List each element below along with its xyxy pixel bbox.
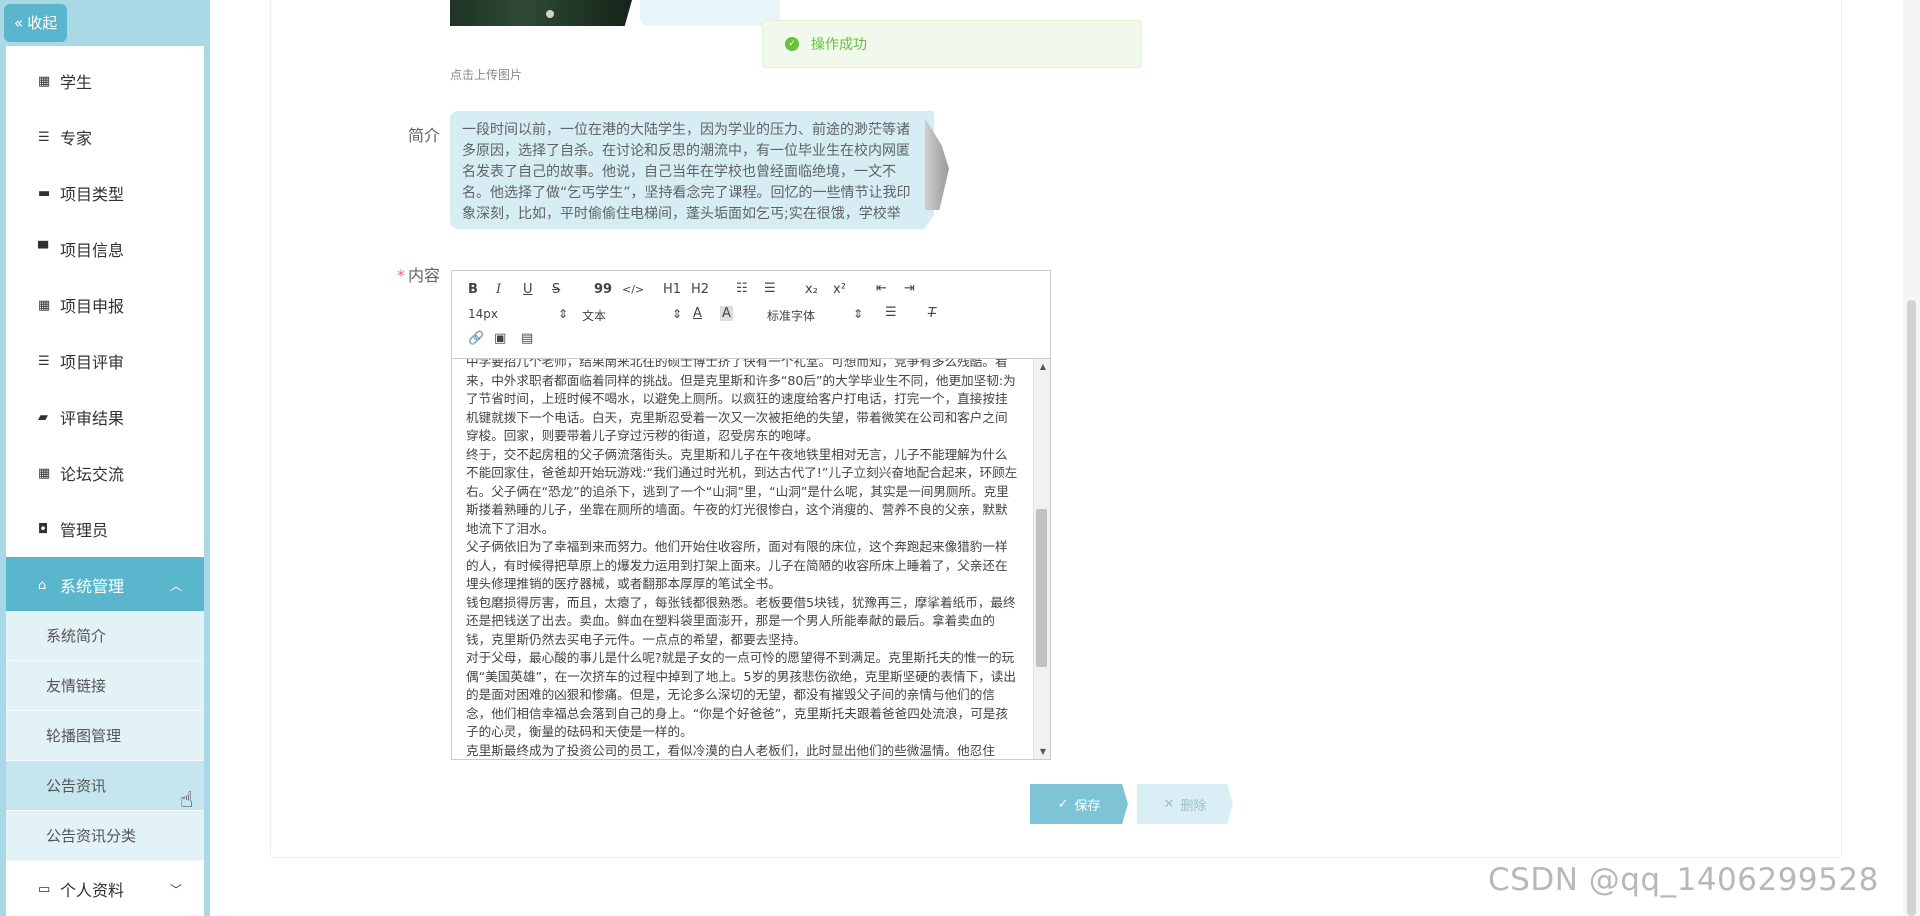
heading1-button[interactable]: H1 <box>663 282 681 297</box>
select-arrows-icon: ⇕ <box>671 307 682 321</box>
grid-icon: ▦ <box>38 73 51 89</box>
collapse-label: 收起 <box>27 14 58 32</box>
intro-label: 简介 <box>408 126 441 145</box>
bullet-list-icon[interactable]: ☰ <box>764 281 776 296</box>
editor-paragraph: 中学要招几个老师，结果南来北往的硕士博士挤了快有一个礼堂。可想而知，竞争有多么残… <box>466 359 1016 443</box>
home-icon: ⌂ <box>38 577 47 593</box>
grid-icon: ▦ <box>38 465 51 481</box>
clipboard-icon: ◘ <box>38 521 49 537</box>
sidebar-item-project-type[interactable]: ▬ 项目类型 <box>6 165 204 221</box>
editor-scrollbar[interactable]: ▲ ▼ <box>1033 359 1050 759</box>
bold-button[interactable]: B <box>468 282 478 297</box>
select-arrows-icon: ⇕ <box>557 307 568 321</box>
sidebar-item-project-review[interactable]: ☰ 项目评审 <box>6 333 204 389</box>
font-size-select[interactable]: 14px ⇕ <box>468 307 568 321</box>
italic-button[interactable]: I <box>496 282 501 297</box>
indent-icon[interactable]: ⇥ <box>904 281 915 296</box>
sidebar-subitem-system-intro[interactable]: 系统简介 <box>6 611 204 661</box>
success-toast: ✓ 操作成功 <box>762 20 1142 68</box>
header-select[interactable]: 文本 ⇕ <box>582 307 682 324</box>
sidebar-item-system[interactable]: ⌂ 系统管理 ︿ <box>6 557 204 613</box>
close-icon: ✕ <box>1163 796 1175 812</box>
editor-paragraph: 克里斯最终成为了投资公司的员工，看似冷漠的白人老板们，此时显出他们的些微温情。他… <box>466 742 995 758</box>
editor-paragraph: 终于，交不起房租的父子俩流落街头。克里斯和儿子在午夜地铁里相对无言，儿子不能理解… <box>466 446 1018 536</box>
video-icon[interactable]: ▤ <box>521 331 533 346</box>
comment-icon: ▰ <box>38 409 48 425</box>
sidebar-subitem-news-category[interactable]: 公告资讯分类 <box>6 811 204 861</box>
delete-button[interactable]: ✕ 删除 <box>1137 784 1233 824</box>
list-icon: ☰ <box>38 129 50 145</box>
underline-button[interactable]: U <box>523 282 533 297</box>
editor-scroll-thumb[interactable] <box>1036 509 1047 667</box>
upload-hint: 点击上传图片 <box>450 68 523 82</box>
briefcase-icon: ▬ <box>38 185 51 201</box>
editor-paragraph: 对于父母，最心酸的事儿是什么呢?就是子女的一点可怜的愿望得不到满足。克里斯托夫的… <box>466 650 1016 739</box>
toast-message: 操作成功 <box>811 37 867 53</box>
editor-toolbar: B I U S 99 </> H1 H2 ☷ ☰ x₂ x² ⇤ ⇥ 14px … <box>452 271 1050 359</box>
sidebar-item-project-info[interactable]: ▀ 项目信息 <box>6 221 204 277</box>
content-label: * 内容 <box>397 266 441 285</box>
sidebar-item-review-result[interactable]: ▰ 评审结果 <box>6 389 204 445</box>
check-icon: ✓ <box>1057 796 1069 812</box>
card-icon: ▭ <box>38 881 51 897</box>
ordered-list-icon[interactable]: ☷ <box>736 281 748 296</box>
heading2-button[interactable]: H2 <box>691 282 709 297</box>
page-scroll-thumb[interactable] <box>1907 300 1916 916</box>
watermark: CSDN @qq_1406299528 <box>1488 862 1879 898</box>
grid-icon: ▦ <box>38 297 51 313</box>
select-arrows-icon: ⇕ <box>852 307 863 321</box>
intro-textarea[interactable]: 一段时间以前，一位在港的大陆学生，因为学业的压力、前途的渺茫等诸多原因，选择了自… <box>450 111 934 229</box>
collapse-button[interactable]: « 收起 <box>4 4 68 42</box>
hand-cursor-icon: ☝ <box>180 788 194 813</box>
scroll-down-icon[interactable]: ▼ <box>1040 747 1046 756</box>
align-icon[interactable]: ☰ <box>885 305 897 320</box>
chevron-up-icon: ︿ <box>169 578 182 593</box>
sidebar-item-forum[interactable]: ▦ 论坛交流 <box>6 445 204 501</box>
subscript-button[interactable]: x₂ <box>805 282 818 297</box>
monitor-icon: ▀ <box>38 241 48 257</box>
sidebar-subitem-links[interactable]: 友情链接 <box>6 661 204 711</box>
sidebar-item-students[interactable]: ▦ 学生 <box>6 53 204 109</box>
superscript-button[interactable]: x² <box>833 282 846 297</box>
link-icon[interactable]: 🔗 <box>468 331 484 346</box>
font-family-select[interactable]: 标准字体 ⇕ <box>767 307 863 324</box>
sidebar-item-admin[interactable]: ◘ 管理员 <box>6 501 204 557</box>
quote-button[interactable]: 99 <box>594 282 612 297</box>
background-color-icon[interactable]: A <box>720 306 733 321</box>
upload-trigger[interactable] <box>640 0 780 26</box>
editor-paragraph: 父子俩依旧为了幸福到来而努力。他们开始住收容所，面对有限的床位，这个奔跑起来像猎… <box>466 539 1008 591</box>
font-color-icon[interactable]: A <box>693 306 702 321</box>
list-icon: ☰ <box>38 353 50 369</box>
image-icon[interactable]: ▣ <box>494 331 506 346</box>
sidebar-subitem-carousel[interactable]: 轮播图管理 <box>6 711 204 761</box>
double-chevron-left-icon: « <box>14 14 24 32</box>
sidebar-item-project-apply[interactable]: ▦ 项目申报 <box>6 277 204 333</box>
strike-button[interactable]: S <box>552 282 560 297</box>
sidebar-item-experts[interactable]: ☰ 专家 <box>6 109 204 165</box>
clear-format-icon[interactable]: T̶ <box>928 306 936 321</box>
editor-paragraph: 钱包磨损得厉害，而且，太瘪了，每张钱都很熟悉。老板要借5块钱，犹豫再三，摩挲着纸… <box>466 594 1016 647</box>
save-button[interactable]: ✓ 保存 <box>1030 784 1128 824</box>
editor-content[interactable]: 中学要招几个老师，结果南来北往的硕士博士挤了快有一个礼堂。可想而知，竞争有多么残… <box>452 359 1032 759</box>
chevron-down-icon: ﹀ <box>169 882 182 897</box>
check-icon: ✓ <box>785 37 799 51</box>
outdent-icon[interactable]: ⇤ <box>876 281 887 296</box>
rich-text-editor: B I U S 99 </> H1 H2 ☷ ☰ x₂ x² ⇤ ⇥ 14px … <box>451 270 1051 760</box>
sidebar-item-profile[interactable]: ▭ 个人资料 ﹀ <box>6 863 204 915</box>
sidebar-subitem-news[interactable]: 公告资讯 <box>6 761 204 811</box>
uploaded-image[interactable] <box>450 0 632 26</box>
scroll-up-icon[interactable]: ▲ <box>1040 362 1046 371</box>
page-scrollbar[interactable] <box>1903 0 1920 916</box>
code-button[interactable]: </> <box>622 283 644 296</box>
